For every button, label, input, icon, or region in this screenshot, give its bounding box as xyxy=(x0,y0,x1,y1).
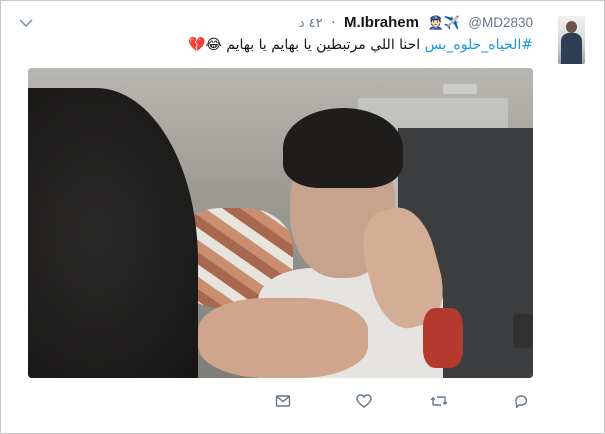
avatar-body xyxy=(561,33,582,64)
tweet-card[interactable]: M.Ibrahem 👮🏻✈️ @MD2830 · ٤٢ د #الحياه_حل… xyxy=(0,0,605,434)
timestamp[interactable]: ٤٢ د xyxy=(299,16,323,31)
reply-icon[interactable] xyxy=(512,392,530,410)
tweet-media-image[interactable] xyxy=(28,68,533,378)
separator-dot: · xyxy=(331,15,336,31)
envelope-icon[interactable] xyxy=(274,392,292,410)
scene-hair xyxy=(283,108,403,188)
name-emoji-badges: 👮🏻✈️ xyxy=(427,16,460,31)
user-handle[interactable]: @MD2830 xyxy=(468,15,533,30)
tweet-header: M.Ibrahem 👮🏻✈️ @MD2830 · ٤٢ د xyxy=(299,14,533,34)
media-scene xyxy=(28,68,533,378)
chevron-down-icon[interactable] xyxy=(19,14,33,28)
hashtag-link[interactable]: #الحياه_حلوه_بس xyxy=(425,37,533,53)
avatar-head xyxy=(566,21,577,33)
display-name[interactable]: M.Ibrahem xyxy=(344,14,419,31)
scene-hands xyxy=(198,298,368,378)
tv-channel-logo xyxy=(443,84,477,94)
channel-watermark xyxy=(513,314,533,348)
avatar[interactable] xyxy=(558,16,585,64)
scene-red-cloth xyxy=(423,308,463,368)
retweet-icon[interactable] xyxy=(430,392,448,410)
tweet-body-text: احنا اللي مرتبطين يا بهايم يا بهايم 😂💔 xyxy=(188,37,425,53)
tweet-actions xyxy=(0,392,605,412)
tweet-text: #الحياه_حلوه_بس احنا اللي مرتبطين يا بها… xyxy=(33,37,533,53)
heart-icon[interactable] xyxy=(355,392,373,410)
